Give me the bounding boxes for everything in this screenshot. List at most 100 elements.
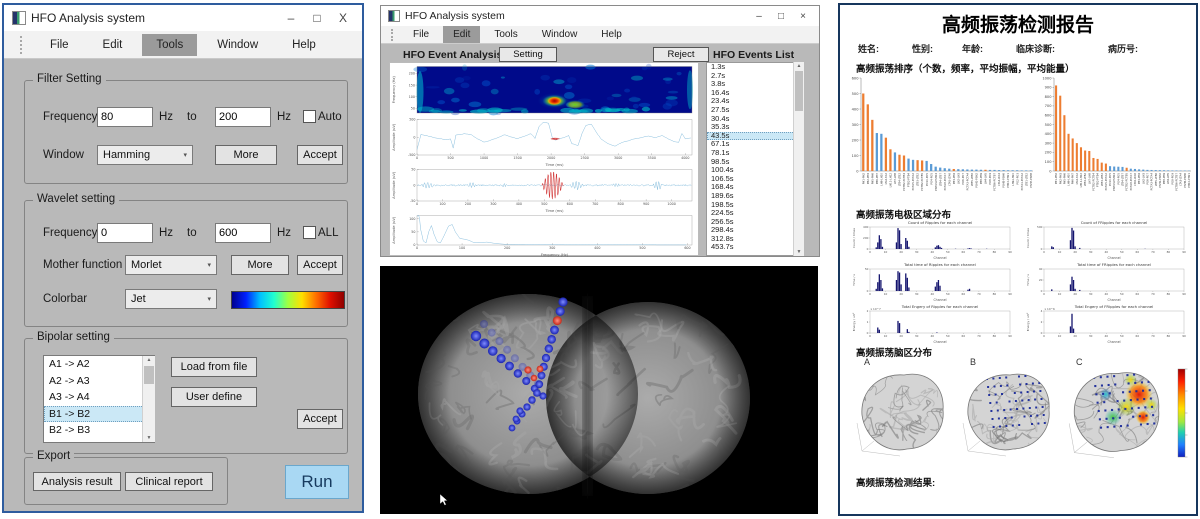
menu-edit[interactable]: Edit [443,26,480,43]
minimize-button[interactable]: – [748,11,770,22]
svg-text:40: 40 [1104,292,1108,296]
svg-text:800: 800 [618,202,624,206]
svg-text:0: 0 [416,246,418,250]
svg-text:Frequency (Hz): Frequency (Hz) [541,253,569,257]
svg-text:40: 40 [1104,334,1108,338]
close-button[interactable]: X [330,11,356,25]
svg-text:LTA1-TA2: LTA1-TA2 [884,173,888,185]
filter-window-select[interactable]: Hamming ▾ [97,145,193,165]
reject-button[interactable]: Reject [653,47,709,62]
bipolar-channel-item[interactable]: A2 -> A3 [44,373,154,390]
bipolar-channel-item[interactable]: B1 -> B2 [44,406,154,423]
filter-auto-checkbox[interactable] [303,110,316,123]
svg-text:60: 60 [962,292,966,296]
svg-text:PO4-PO5: PO4-PO5 [929,173,933,185]
load-from-file-button[interactable]: Load from file [171,357,257,377]
svg-text:150: 150 [409,83,415,87]
wavelet-all-checkbox[interactable] [303,226,316,239]
svg-text:500: 500 [409,118,415,122]
svg-text:400: 400 [1045,132,1053,136]
user-define-button[interactable]: User define [171,387,257,407]
bipolar-channel-list[interactable]: A1 -> A2A2 -> A3A3 -> A4B1 -> B2B2 -> B3 [43,355,155,443]
wavelet-freq-to-input[interactable] [215,223,271,243]
bipolar-channel-item[interactable]: A3 -> A4 [44,389,154,406]
maximize-button[interactable]: □ [770,11,792,22]
hfo-events-listbox[interactable]: 1.3s2.7s3.8s16.4s23.4s27.5s30.4s35.3s43.… [706,62,804,256]
menu-file[interactable]: File [36,34,83,56]
svg-text:0: 0 [413,183,415,187]
clinical-report-button[interactable]: Clinical report [125,472,213,491]
svg-text:LH6-LH10: LH6-LH10 [1067,173,1071,186]
filter-accept-button[interactable]: Accept [297,145,343,165]
svg-text:Time / s: Time / s [1026,274,1030,287]
svg-text:PSH13-PSH14: PSH13-PSH14 [1112,173,1116,191]
wavelet-accept-button[interactable]: Accept [297,255,343,275]
svg-text:0: 0 [1043,250,1045,254]
menu-file[interactable]: File [403,26,439,43]
menu-help[interactable]: Help [278,34,330,56]
scrollbar-thumb[interactable] [144,366,154,384]
brain-render-c [1064,361,1168,461]
bipolar-channel-item[interactable]: A1 -> A2 [44,356,154,373]
colorbar-label: Colorbar [43,293,87,305]
maximize-button[interactable]: □ [304,11,330,25]
svg-text:PTB2-PTB4: PTB2-PTB4 [907,173,911,187]
filter-hz-label: Hz [159,111,173,123]
svg-text:50: 50 [946,292,950,296]
app-icon [12,11,26,25]
svg-text:LH7-LH8: LH7-LH8 [1087,173,1091,184]
scroll-down-icon[interactable]: ▼ [794,249,804,255]
bipolar-list-scrollbar[interactable]: ▲ ▼ [142,356,155,442]
colorbar-select[interactable]: Jet ▾ [125,289,217,309]
run-button[interactable]: Run [285,465,349,499]
wavelet-freq-from-input[interactable] [97,223,153,243]
ripples-count-chart: Count of Ripples for each channel0200400… [848,220,1016,260]
bipolar-channel-item[interactable]: B2 -> B3 [44,422,154,439]
left-app-window: HFO Analysis system – □ X File Edit Tool… [2,3,364,513]
analysis-result-button[interactable]: Analysis result [33,472,121,491]
setting-button[interactable]: Setting [499,47,557,62]
menu-help[interactable]: Help [591,26,632,43]
mother-function-select[interactable]: Morlet ▾ [125,255,217,275]
wavelet-to-label: to [187,227,197,239]
menu-edit[interactable]: Edit [89,34,137,56]
svg-text:PO8-PO9: PO8-PO9 [988,173,992,185]
svg-text:PSH7-PSH8: PSH7-PSH8 [1029,173,1033,188]
minimize-button[interactable]: – [278,11,304,25]
brain-3d-panel[interactable] [380,266,818,514]
svg-text:80: 80 [1167,250,1171,254]
svg-text:PH5-PH6: PH5-PH6 [870,173,874,185]
svg-text:50: 50 [411,107,415,111]
filter-freq-from-input[interactable] [97,107,153,127]
filter-freq-to-input[interactable] [215,107,271,127]
filtered-signal-plot: 500-5001002003004005006007008009001000Ti… [390,167,698,213]
svg-text:PCTB6-PCTB7: PCTB6-PCTB7 [993,173,997,191]
bipolar-accept-button[interactable]: Accept [297,409,343,429]
filter-more-button[interactable]: More [215,145,277,165]
svg-text:100: 100 [852,154,860,158]
svg-text:Total Engery of Ripples for ea: Total Engery of Ripples for each channel [901,304,978,309]
scrollbar-thumb[interactable] [795,71,803,111]
wavelet-all-label: ALL [318,227,338,239]
svg-text:2: 2 [1041,320,1043,324]
menu-window[interactable]: Window [203,34,272,56]
scroll-down-icon[interactable]: ▼ [143,435,155,441]
svg-text:LTB4-LTB7: LTB4-LTB7 [1121,173,1125,186]
scroll-up-icon[interactable]: ▲ [143,357,155,363]
fripples-count-chart: Count of FRipples for each channel050001… [1022,220,1190,260]
svg-text:300: 300 [852,123,860,127]
close-button[interactable]: × [792,11,814,22]
svg-text:LH2-LH3: LH2-LH3 [956,173,960,184]
svg-text:30: 30 [1089,334,1093,338]
svg-text:600: 600 [852,76,860,80]
menu-tools[interactable]: Tools [484,26,527,43]
hfo-event-item[interactable]: 453.7s [707,243,803,252]
wavelet-more-button[interactable]: More [231,255,289,275]
scroll-up-icon[interactable]: ▲ [794,63,804,69]
menu-window[interactable]: Window [532,26,588,43]
events-list-scrollbar[interactable]: ▲ ▼ [793,62,804,256]
svg-text:PH3-PH4: PH3-PH4 [1137,173,1141,185]
menu-tools[interactable]: Tools [142,34,197,56]
svg-text:80: 80 [1167,334,1171,338]
svg-text:900: 900 [643,202,649,206]
